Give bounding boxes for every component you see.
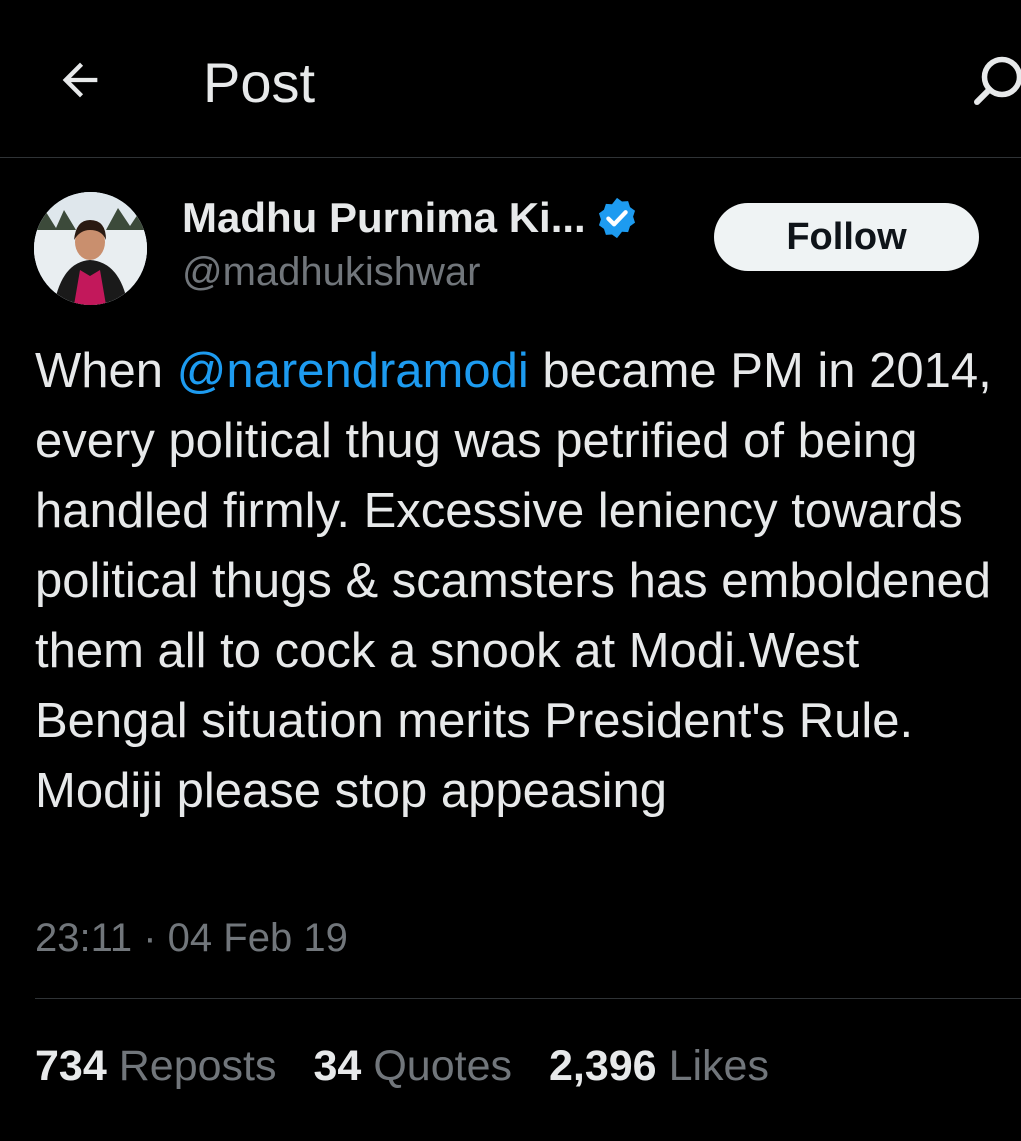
stat-count: 734: [35, 1042, 107, 1090]
top-app-bar: Post: [0, 0, 1021, 158]
likes-stat[interactable]: 2,396 Likes: [549, 1038, 769, 1094]
verified-badge-icon: [598, 197, 635, 239]
back-button[interactable]: [44, 44, 116, 116]
stat-count: 2,396: [548, 1042, 657, 1090]
tweet-text-part: When: [35, 344, 177, 398]
stat-label: Reposts: [118, 1042, 277, 1090]
engagement-stats: 734 Reposts 34 Quotes 2,396 Likes: [35, 1038, 806, 1094]
search-button[interactable]: [972, 52, 1021, 112]
author-display-name[interactable]: Madhu Purnima Ki...: [182, 194, 586, 242]
arrow-left-icon: [62, 62, 98, 98]
tweet-text-part: became PM in 2014, every political thug …: [35, 344, 992, 818]
author-name-row[interactable]: Madhu Purnima Ki...: [182, 192, 640, 244]
mention-link[interactable]: @narendramodi: [177, 344, 529, 398]
tweet-timestamp[interactable]: 23:11 · 04 Feb 19: [35, 910, 348, 966]
quotes-stat[interactable]: 34 Quotes: [314, 1038, 512, 1094]
author-handle[interactable]: @madhukishwar: [182, 250, 481, 295]
reposts-stat[interactable]: 734 Reposts: [35, 1038, 277, 1094]
stat-label: Quotes: [373, 1042, 512, 1090]
divider: [35, 998, 1021, 999]
stat-count: 34: [313, 1042, 362, 1090]
avatar-photo: [34, 192, 147, 305]
stat-label: Likes: [668, 1042, 769, 1090]
author-avatar[interactable]: [34, 192, 147, 305]
follow-button[interactable]: Follow: [714, 203, 979, 271]
page-title: Post: [203, 51, 316, 114]
search-icon: [974, 56, 1021, 105]
tweet-text: When @narendramodi became PM in 2014, ev…: [35, 336, 1010, 826]
